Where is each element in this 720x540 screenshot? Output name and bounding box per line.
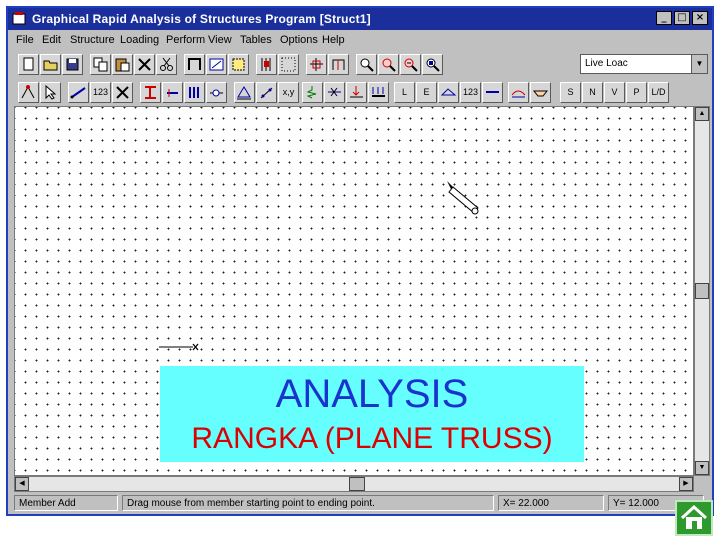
spring-icon[interactable] — [302, 82, 323, 103]
menu-loading[interactable]: Loading — [120, 34, 159, 46]
length-deflection-icon[interactable]: L/D — [648, 82, 669, 103]
paste-icon[interactable] — [112, 54, 133, 75]
truss-view-icon[interactable] — [438, 82, 459, 103]
open-folder-icon[interactable] — [40, 54, 61, 75]
load-point-icon[interactable] — [346, 82, 367, 103]
delete-icon[interactable] — [134, 54, 155, 75]
support-icon[interactable] — [234, 82, 255, 103]
menu-file[interactable]: File — [16, 34, 34, 46]
menu-edit[interactable]: Edit — [42, 34, 61, 46]
length-tool-icon[interactable]: L — [394, 82, 415, 103]
moment-diagram-icon[interactable] — [530, 82, 551, 103]
main-toolbar: Live Loac ▼ — [12, 52, 708, 78]
window-title: Graphical Rapid Analysis of Structures P… — [32, 12, 371, 26]
menu-options[interactable]: Options — [280, 34, 318, 46]
bars-icon[interactable] — [184, 82, 205, 103]
zoom-region-icon[interactable] — [356, 54, 377, 75]
menu-perform[interactable]: Perform — [166, 34, 205, 46]
status-x-coordinate: X= 22.000 — [498, 495, 604, 511]
cut-icon[interactable] — [156, 54, 177, 75]
vertical-scroll-thumb[interactable] — [695, 283, 709, 299]
home-button[interactable] — [675, 500, 713, 536]
load-case-select[interactable]: Live Loac ▼ — [580, 54, 708, 74]
menu-structure[interactable]: Structure — [70, 34, 115, 46]
member-preview-line — [159, 343, 199, 351]
status-hint: Drag mouse from member starting point to… — [122, 495, 494, 511]
move-frame-icon[interactable] — [328, 54, 349, 75]
app-icon — [12, 11, 26, 25]
home-icon — [680, 504, 708, 529]
new-file-icon[interactable] — [18, 54, 39, 75]
save-icon[interactable] — [62, 54, 83, 75]
move-icon[interactable] — [306, 54, 327, 75]
coordinates-icon[interactable]: x,y — [278, 82, 299, 103]
shear-tool-icon[interactable]: S — [560, 82, 581, 103]
node-tool-icon[interactable] — [18, 82, 39, 103]
reaction-icon[interactable]: P — [626, 82, 647, 103]
status-bar: Member Add Drag mouse from member starti… — [12, 494, 708, 512]
scissor-member-icon[interactable] — [324, 82, 345, 103]
shear-force-icon[interactable]: V — [604, 82, 625, 103]
load-case-value: Live Loac — [585, 58, 628, 69]
select-area-icon[interactable] — [228, 54, 249, 75]
menu-bar: File Edit Structure Loading Perform View… — [8, 30, 712, 50]
banner-subtitle: RANGKA (PLANE TRUSS) — [191, 422, 553, 455]
structure-toolbar: 123 x,y L E 123 S N V P L/D — [12, 80, 708, 106]
status-mode: Member Add — [14, 495, 118, 511]
title-bar[interactable]: Graphical Rapid Analysis of Structures P… — [8, 8, 712, 30]
analysis-banner: ANALYSIS RANGKA (PLANE TRUSS) — [160, 366, 584, 462]
horizontal-scroll-thumb[interactable] — [349, 477, 365, 491]
menu-view[interactable]: View — [208, 34, 232, 46]
horizontal-scrollbar[interactable]: ◀ ▶ — [14, 476, 694, 492]
close-button[interactable]: × — [692, 11, 708, 25]
scroll-left-icon[interactable]: ◀ — [15, 477, 29, 491]
grid-dots-icon[interactable] — [278, 54, 299, 75]
zoom-window-icon[interactable] — [206, 54, 227, 75]
member-number-icon[interactable]: 123 — [90, 82, 111, 103]
minimize-button[interactable]: _ — [656, 11, 672, 25]
scroll-down-icon[interactable]: ▼ — [695, 461, 709, 475]
copy-icon[interactable] — [90, 54, 111, 75]
line-tool-icon[interactable] — [482, 82, 503, 103]
zoom-in-icon[interactable] — [378, 54, 399, 75]
chevron-down-icon[interactable]: ▼ — [691, 55, 707, 73]
grid-columns-icon[interactable] — [256, 54, 277, 75]
scroll-up-icon[interactable]: ▲ — [695, 107, 709, 121]
menu-help[interactable]: Help — [322, 34, 345, 46]
zoom-all-icon[interactable] — [422, 54, 443, 75]
section-property-icon[interactable] — [140, 82, 161, 103]
member-delete-icon[interactable] — [112, 82, 133, 103]
zoom-out-icon[interactable] — [400, 54, 421, 75]
load-distributed-icon[interactable] — [368, 82, 389, 103]
scroll-right-icon[interactable]: ▶ — [679, 477, 693, 491]
deflected-shape-icon[interactable] — [508, 82, 529, 103]
release-icon[interactable] — [206, 82, 227, 103]
vertical-scrollbar[interactable]: ▲ ▼ — [694, 106, 710, 476]
banner-title: ANALYSIS — [275, 372, 469, 416]
menu-tables[interactable]: Tables — [240, 34, 272, 46]
node-numbers-icon[interactable]: 123 — [460, 82, 481, 103]
material-tool-icon[interactable]: E — [416, 82, 437, 103]
maximize-button[interactable]: □ — [674, 11, 690, 25]
member-add-icon[interactable] — [68, 82, 89, 103]
inclined-support-icon[interactable] — [256, 82, 277, 103]
pointer-icon[interactable] — [40, 82, 61, 103]
frame-icon[interactable] — [184, 54, 205, 75]
axial-force-icon[interactable]: N — [582, 82, 603, 103]
hinge-icon[interactable] — [162, 82, 183, 103]
pencil-cursor-icon — [447, 181, 479, 215]
